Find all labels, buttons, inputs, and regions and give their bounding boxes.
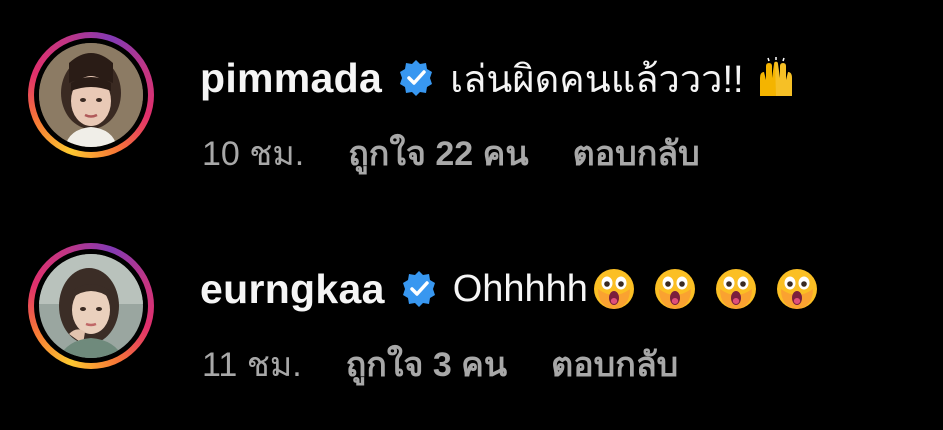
comment-item: pimmada เล่นผิดคนแล้ววว!! 10 ชม. ถูกใจ 2… <box>0 22 943 182</box>
verified-badge-icon <box>396 58 436 98</box>
reply-button[interactable]: ตอบกลับ <box>573 126 700 180</box>
likes-count-link[interactable]: ถูกใจ 22 คน <box>348 126 528 180</box>
comment-timestamp: 11 ชม. <box>202 346 302 384</box>
raising-hands-icon <box>754 56 798 100</box>
username[interactable]: pimmada <box>200 55 382 102</box>
comment-text: Ohhhhh <box>452 267 588 310</box>
astonished-face-icon <box>592 267 636 311</box>
avatar[interactable] <box>39 254 143 358</box>
reply-button[interactable]: ตอบกลับ <box>551 337 678 391</box>
comment-timestamp: 10 ชม. <box>202 135 305 173</box>
comment-item: eurngkaa Ohhhhh 11 ชม. ถูกใจ 3 คน ตอบกลั… <box>0 233 943 393</box>
comment-text: เล่นผิดคนแล้ววว!! <box>450 58 744 101</box>
likes-count-link[interactable]: ถูกใจ 3 คน <box>346 337 507 391</box>
astonished-face-icon <box>714 267 758 311</box>
username[interactable]: eurngkaa <box>200 266 385 313</box>
avatar[interactable] <box>39 43 143 147</box>
astonished-face-icon <box>653 267 697 311</box>
astonished-face-icon <box>775 267 819 311</box>
story-ring[interactable] <box>28 32 154 158</box>
verified-badge-icon <box>399 269 439 309</box>
story-ring[interactable] <box>28 243 154 369</box>
